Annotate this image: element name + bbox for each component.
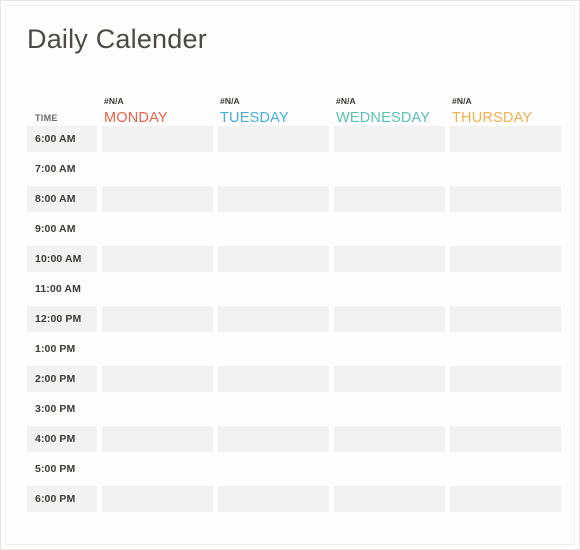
time-slot-label: 3:00 PM (35, 403, 76, 415)
calendar-cell[interactable] (102, 396, 213, 422)
calendar-cell[interactable] (102, 276, 213, 302)
calendar-cell[interactable] (334, 276, 445, 302)
wednesday-na-label: #N/A (336, 96, 356, 106)
thursday-label: THURSDAY (452, 110, 533, 126)
calendar-cell[interactable] (218, 246, 329, 272)
table-row: 11:00 AM (27, 276, 561, 306)
table-row: 10:00 AM (27, 246, 561, 276)
time-slot-label: 1:00 PM (35, 343, 76, 355)
monday-na-label: #N/A (104, 96, 124, 106)
calendar-cell[interactable] (102, 336, 213, 362)
calendar-cell[interactable] (334, 486, 445, 512)
table-row: 12:00 PM (27, 306, 561, 336)
monday-label: MONDAY (104, 110, 168, 126)
table-row: 2:00 PM (27, 366, 561, 396)
time-slot-label: 6:00 PM (27, 486, 97, 512)
calendar-cell[interactable] (450, 456, 561, 482)
calendar-cell[interactable] (218, 366, 329, 392)
calendar-cell[interactable] (334, 216, 445, 242)
time-slot-label: 5:00 PM (35, 463, 76, 475)
calendar-cell[interactable] (218, 486, 329, 512)
table-row: 8:00 AM (27, 186, 561, 216)
table-row: 9:00 AM (27, 216, 561, 246)
calendar-cell[interactable] (102, 126, 213, 152)
calendar-cell[interactable] (334, 126, 445, 152)
table-row: 5:00 PM (27, 456, 561, 486)
wednesday-label: WEDNESDAY (336, 110, 431, 126)
table-row: 6:00 AM (27, 126, 561, 156)
calendar-cell[interactable] (334, 156, 445, 182)
calendar-cell[interactable] (218, 216, 329, 242)
calendar-cell[interactable] (218, 336, 329, 362)
calendar-cell[interactable] (102, 426, 213, 452)
calendar-cell[interactable] (102, 186, 213, 212)
calendar-cell[interactable] (102, 486, 213, 512)
calendar-cell[interactable] (450, 186, 561, 212)
time-slot-label: 2:00 PM (27, 366, 97, 392)
calendar-cell[interactable] (450, 216, 561, 242)
calendar-cell[interactable] (450, 126, 561, 152)
calendar-cell[interactable] (334, 306, 445, 332)
table-header-row: TIME #N/A MONDAY #N/A TUESDAY #N/A WEDNE… (27, 90, 561, 126)
calendar-cell[interactable] (218, 186, 329, 212)
daily-calendar-page: Daily Calender TIME #N/A MONDAY #N/A TUE… (0, 0, 580, 550)
calendar-table: TIME #N/A MONDAY #N/A TUESDAY #N/A WEDNE… (27, 90, 561, 516)
day-column-header-wednesday: #N/A WEDNESDAY (334, 90, 445, 126)
table-row: 3:00 PM (27, 396, 561, 426)
calendar-cell[interactable] (450, 366, 561, 392)
time-slot-label: 12:00 PM (27, 306, 97, 332)
calendar-cell[interactable] (334, 336, 445, 362)
time-slot-label: 4:00 PM (27, 426, 97, 452)
table-body: 6:00 AM 7:00 AM 8:00 AM 9:00 AM 10:00 AM 11:0… (27, 126, 561, 516)
time-slot-label: 9:00 AM (35, 223, 76, 235)
calendar-cell[interactable] (450, 156, 561, 182)
page-frame: Daily Calender TIME #N/A MONDAY #N/A TUE… (5, 5, 575, 545)
calendar-cell[interactable] (450, 336, 561, 362)
calendar-cell[interactable] (450, 276, 561, 302)
calendar-cell[interactable] (218, 276, 329, 302)
calendar-cell[interactable] (218, 126, 329, 152)
calendar-cell[interactable] (334, 396, 445, 422)
table-row: 4:00 PM (27, 426, 561, 456)
time-slot-label: 6:00 AM (27, 126, 97, 152)
calendar-cell[interactable] (102, 456, 213, 482)
page-title: Daily Calender (27, 24, 207, 54)
time-slot-label: 10:00 AM (27, 246, 97, 272)
table-row: 1:00 PM (27, 336, 561, 366)
time-column-header-label: TIME (35, 113, 58, 123)
calendar-cell[interactable] (102, 156, 213, 182)
calendar-cell[interactable] (218, 156, 329, 182)
thursday-na-label: #N/A (452, 96, 472, 106)
calendar-cell[interactable] (218, 426, 329, 452)
calendar-cell[interactable] (334, 246, 445, 272)
calendar-cell[interactable] (218, 456, 329, 482)
table-row: 7:00 AM (27, 156, 561, 186)
calendar-cell[interactable] (102, 306, 213, 332)
time-column-header: TIME (27, 90, 97, 126)
calendar-cell[interactable] (450, 306, 561, 332)
calendar-cell[interactable] (218, 306, 329, 332)
calendar-cell[interactable] (102, 366, 213, 392)
calendar-cell[interactable] (334, 426, 445, 452)
calendar-cell[interactable] (450, 246, 561, 272)
tuesday-na-label: #N/A (220, 96, 240, 106)
day-column-header-thursday: #N/A THURSDAY (450, 90, 561, 126)
table-row: 6:00 PM (27, 486, 561, 516)
day-column-header-monday: #N/A MONDAY (102, 90, 213, 126)
calendar-cell[interactable] (102, 246, 213, 272)
time-slot-label: 11:00 AM (35, 283, 81, 295)
calendar-cell[interactable] (334, 456, 445, 482)
calendar-cell[interactable] (102, 216, 213, 242)
calendar-cell[interactable] (334, 366, 445, 392)
day-column-header-tuesday: #N/A TUESDAY (218, 90, 329, 126)
tuesday-label: TUESDAY (220, 110, 289, 126)
time-slot-label: 7:00 AM (35, 163, 76, 175)
calendar-cell[interactable] (450, 426, 561, 452)
calendar-cell[interactable] (450, 396, 561, 422)
calendar-cell[interactable] (218, 396, 329, 422)
time-slot-label: 8:00 AM (27, 186, 97, 212)
calendar-cell[interactable] (450, 486, 561, 512)
calendar-cell[interactable] (334, 186, 445, 212)
